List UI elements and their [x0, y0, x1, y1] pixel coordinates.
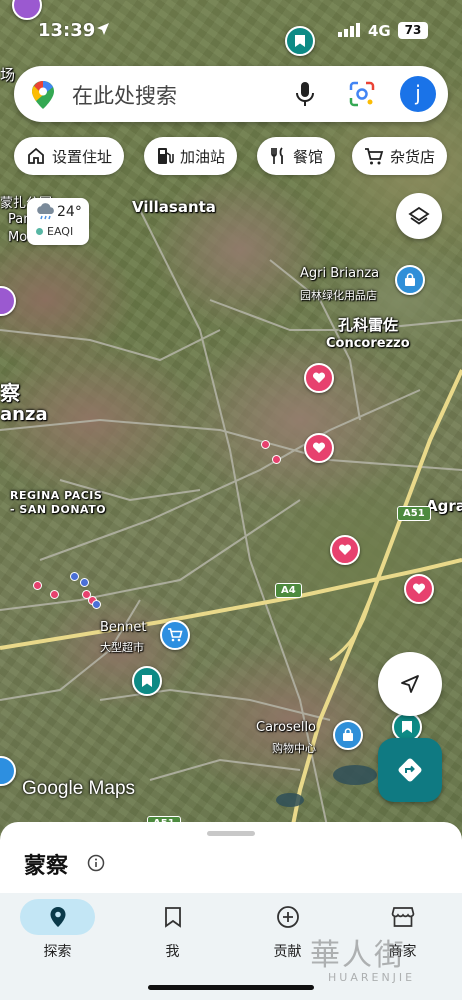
rain-cloud-icon	[37, 203, 54, 220]
nav-label: 我	[165, 944, 180, 960]
map-label-fragment: 察	[0, 381, 20, 405]
map-label-concorezzo-cn[interactable]: 孔科雷佐	[338, 314, 398, 335]
shop-pin-carosello[interactable]	[333, 720, 363, 750]
map-label-fragment: Mo	[8, 230, 28, 245]
map-label-fragment: anza	[0, 404, 48, 425]
chip-gas-stations[interactable]: 加油站	[144, 137, 238, 175]
watermark-subtext: HUARENJIE	[328, 971, 416, 984]
location-arrow-icon	[97, 23, 109, 35]
cart-icon	[365, 148, 384, 165]
my-location-button[interactable]	[378, 652, 442, 716]
chip-restaurants[interactable]: 餐馆	[257, 137, 336, 175]
home-icon	[28, 147, 44, 164]
favorite-pin[interactable]	[304, 363, 334, 393]
navigation-arrow-icon	[401, 675, 419, 693]
shopping-bag-icon	[343, 728, 353, 741]
directions-icon	[398, 758, 422, 782]
road-shield-a4: A4	[275, 583, 302, 598]
map-label-fragment: Par	[8, 212, 29, 227]
map-label-fragment: 场	[0, 66, 16, 84]
map-label-san-donato: - SAN DONATO	[10, 503, 107, 516]
nav-you[interactable]: 我	[115, 893, 230, 973]
road-network	[0, 209, 462, 840]
map-dot[interactable]	[261, 440, 270, 449]
favorite-pin[interactable]	[304, 433, 334, 463]
weather-temperature: 24°	[57, 204, 82, 220]
layers-icon	[408, 206, 430, 225]
map-label-villasanta[interactable]: Villasanta	[132, 198, 216, 216]
nav-label: 探索	[43, 944, 72, 960]
map-dot[interactable]	[33, 581, 42, 590]
layers-button[interactable]	[396, 193, 442, 239]
watermark-logo: 華人街	[310, 938, 406, 973]
map-dot[interactable]	[272, 455, 281, 464]
favorite-pin[interactable]	[330, 535, 360, 565]
add-circle-icon	[276, 906, 299, 928]
nav-you-indicator	[135, 899, 210, 935]
search-input[interactable]: 在此处搜索	[72, 80, 177, 110]
weather-widget[interactable]: 24° EAQI	[27, 198, 89, 245]
chip-label: 杂货店	[390, 147, 436, 166]
signal-icon	[338, 23, 360, 37]
gas-station-icon	[158, 148, 174, 164]
map-label-agri-brianza-category: 园林绿化用品店	[300, 289, 377, 302]
shop-pin-bennet[interactable]	[160, 620, 190, 650]
map-label-carosello-category: 购物中心	[272, 742, 316, 755]
nav-explore-indicator	[20, 899, 95, 935]
google-maps-logo-icon	[32, 81, 54, 109]
map-label-regina-pacis: REGINA PACIS	[10, 489, 103, 502]
directions-button[interactable]	[378, 738, 442, 802]
heart-icon	[312, 372, 326, 383]
status-time: 13:39	[38, 20, 96, 41]
shopping-bag-icon	[405, 273, 415, 286]
map-label-concorezzo[interactable]: Concorezzo	[326, 336, 410, 351]
google-maps-attribution: Google Maps	[22, 778, 136, 799]
explore-pin-icon	[50, 907, 65, 927]
map-dot[interactable]	[70, 572, 79, 581]
bookmark-icon	[142, 675, 152, 687]
nav-explore[interactable]: 探索	[0, 893, 115, 973]
bookmark-icon	[164, 907, 181, 928]
heart-icon	[312, 442, 326, 453]
chip-label: 设置住址	[52, 147, 113, 166]
chip-label: 加油站	[180, 147, 226, 166]
heart-icon	[412, 583, 426, 594]
road-shield-a51: A51	[397, 506, 431, 521]
map-label-agri-brianza[interactable]: Agri Brianza	[300, 266, 379, 281]
map-dot[interactable]	[80, 578, 89, 587]
google-lens-icon[interactable]	[348, 80, 376, 108]
map-dot[interactable]	[50, 590, 59, 599]
cart-icon	[168, 628, 183, 642]
chip-label: 餐馆	[293, 147, 324, 166]
saved-place-pin[interactable]	[132, 666, 162, 696]
map-dot[interactable]	[92, 600, 101, 609]
home-indicator[interactable]	[148, 985, 314, 990]
battery-indicator: 73	[398, 22, 428, 39]
restaurant-icon	[271, 147, 283, 164]
map-label-bennet-category: 大型超市	[100, 641, 144, 654]
heart-icon	[338, 544, 352, 555]
shop-pin-agri-brianza[interactable]	[395, 265, 425, 295]
microphone-icon[interactable]	[294, 80, 316, 108]
sheet-drag-handle[interactable]	[207, 831, 255, 836]
storefront-icon	[391, 907, 414, 927]
chip-set-home[interactable]: 设置住址	[14, 137, 125, 175]
chip-groceries[interactable]: 杂货店	[352, 137, 448, 175]
account-avatar[interactable]: j	[400, 76, 436, 112]
search-bar[interactable]: 在此处搜索 j	[14, 66, 448, 122]
favorite-pin[interactable]	[404, 574, 434, 604]
map-label-agrate[interactable]: Agra	[426, 497, 462, 515]
status-bar: 13:39 4G 73	[0, 0, 462, 58]
satellite-map[interactable]: 场 蒙扎公园 Par Mo Villasanta Agri Brianza 园林…	[0, 0, 462, 840]
aqi-label: EAQI	[47, 225, 74, 238]
aqi-indicator	[36, 228, 43, 235]
network-type: 4G	[368, 22, 391, 40]
map-label-bennet[interactable]: Bennet	[100, 620, 147, 635]
place-title: 蒙察	[24, 854, 69, 879]
info-icon[interactable]	[87, 854, 105, 872]
map-label-carosello[interactable]: Carosello	[256, 720, 316, 735]
bookmark-icon	[402, 721, 412, 733]
